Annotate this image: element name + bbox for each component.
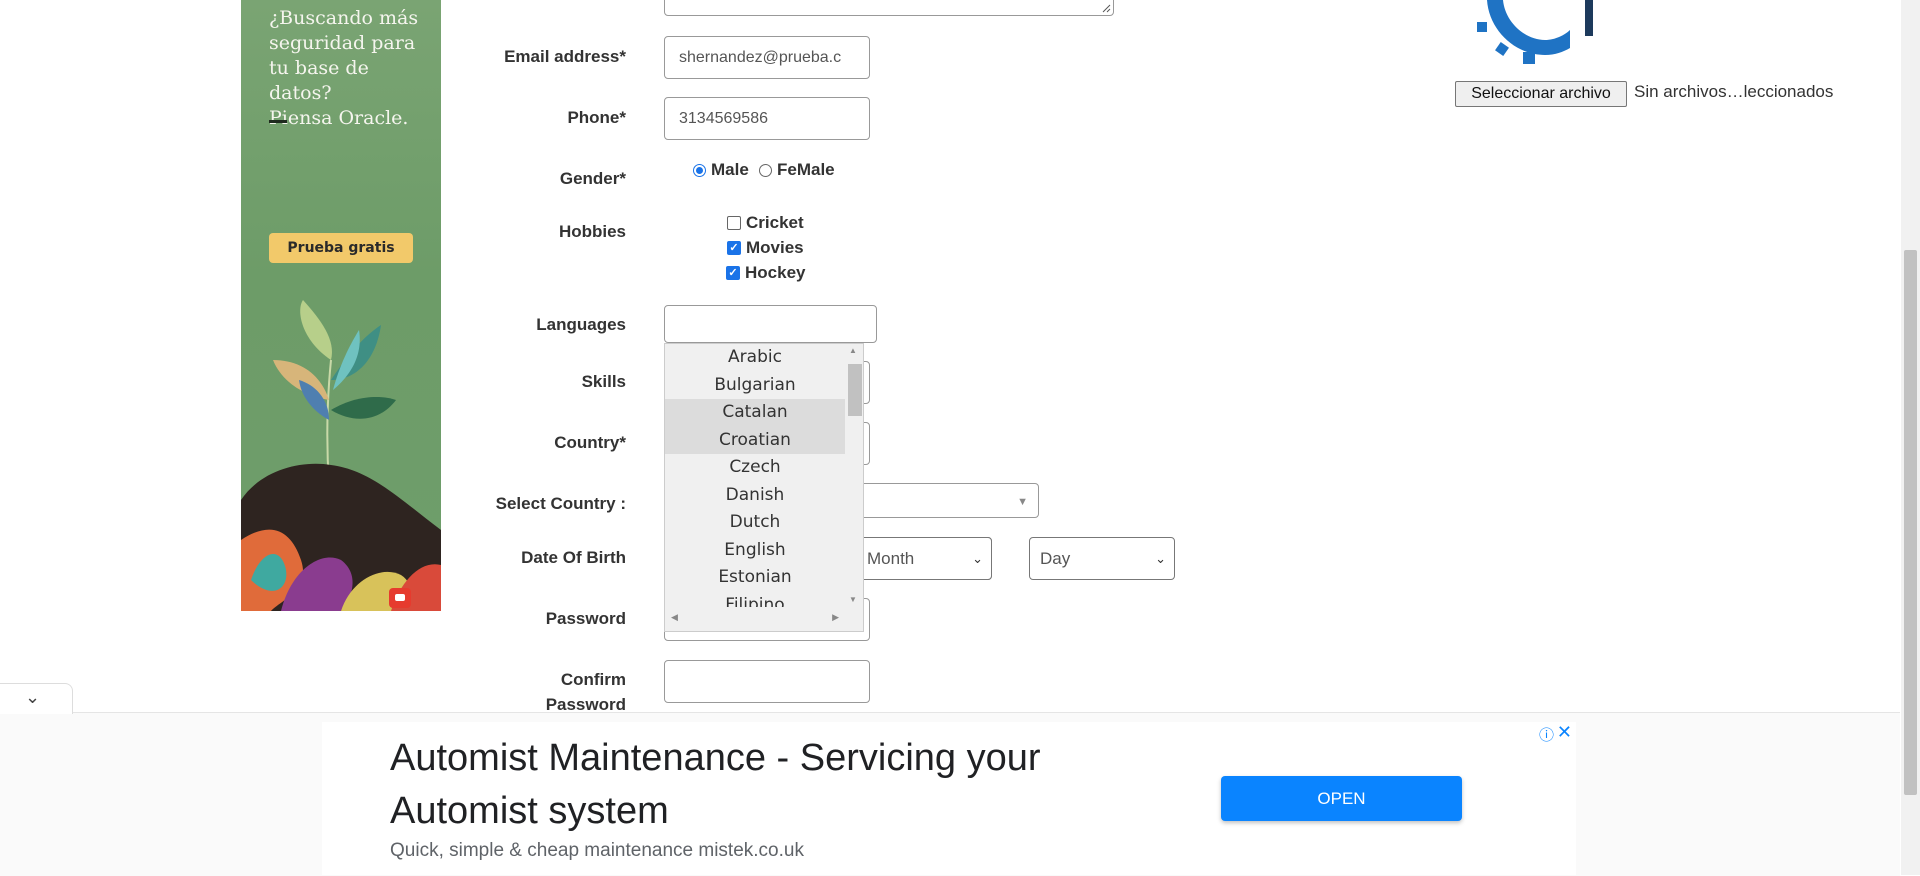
hobby-movies-checkbox[interactable]: ✓ Movies	[727, 237, 804, 259]
scroll-up-icon[interactable]: ▲	[849, 346, 857, 355]
checkbox-checked-icon[interactable]: ✓	[726, 266, 740, 280]
skills-label: Skills	[581, 372, 626, 391]
ad-title[interactable]: Automist Maintenance - Servicing your Au…	[390, 732, 1190, 838]
combobox-arrow-icon[interactable]: ▼	[1017, 484, 1028, 517]
language-option[interactable]: Bulgarian	[665, 372, 845, 400]
address-textarea[interactable]	[664, 0, 1114, 16]
hobby-hockey-checkbox[interactable]: ✓ Hockey	[726, 262, 805, 284]
radio-unselected-icon[interactable]	[759, 163, 772, 177]
ad-open-button[interactable]: OPEN	[1221, 776, 1462, 821]
language-option[interactable]: Czech	[665, 454, 845, 482]
ad-cta-button[interactable]: Prueba gratis	[269, 233, 413, 263]
page-scrollbar-thumb[interactable]	[1904, 250, 1917, 795]
hobby-cricket-checkbox[interactable]: Cricket	[727, 212, 804, 234]
plant-illustration	[241, 300, 441, 611]
gender-label: Gender*	[559, 169, 626, 188]
dropdown-vertical-scrollbar[interactable]: ▲ ▼	[845, 344, 863, 606]
resize-grip-icon[interactable]	[1101, 3, 1111, 13]
ad-divider	[269, 120, 287, 123]
side-advertisement[interactable]: ¿Buscando más seguridad para tu base de …	[241, 0, 441, 611]
language-option[interactable]: Estonian	[665, 564, 845, 592]
country-label: Country*	[554, 433, 626, 452]
language-option[interactable]: Croatian	[665, 426, 845, 454]
ad-headline: ¿Buscando más seguridad para tu base de …	[269, 6, 429, 131]
language-option[interactable]: Arabic	[665, 344, 845, 372]
collapse-ad-tab[interactable]: ⌄	[0, 683, 73, 714]
file-status-text: Sin archivos…leccionados	[1634, 82, 1834, 101]
email-label: Email address*	[504, 47, 626, 66]
gender-male-radio[interactable]: Male	[693, 159, 749, 181]
language-option[interactable]: Catalan	[665, 399, 845, 427]
checkbox-unchecked-icon[interactable]	[727, 216, 741, 230]
language-option[interactable]: Danish	[665, 482, 845, 510]
gender-female-label: FeMale	[777, 160, 835, 179]
select-file-button[interactable]: Seleccionar archivo	[1455, 81, 1627, 107]
hobby-cricket-label: Cricket	[746, 213, 804, 232]
scroll-down-icon[interactable]: ▼	[849, 595, 857, 604]
ad-info-icon[interactable]: ⓘ	[1539, 724, 1554, 745]
dob-month-select[interactable]: Month ⌄	[856, 537, 992, 580]
dob-month-value: Month	[867, 549, 915, 568]
dob-label: Date Of Birth	[521, 548, 626, 567]
radio-selected-icon[interactable]	[693, 163, 706, 177]
checkbox-checked-icon[interactable]: ✓	[727, 241, 741, 255]
confirm-password-label-line1: Confirm	[560, 670, 626, 689]
page-scrollbar[interactable]	[1901, 0, 1920, 875]
dob-day-value: Day	[1040, 549, 1071, 568]
scrollbar-thumb[interactable]	[848, 364, 862, 416]
hobbies-label: Hobbies	[558, 222, 626, 241]
hobby-hockey-label: Hockey	[745, 263, 806, 282]
languages-label: Languages	[536, 315, 626, 334]
chevron-down-icon: ⌄	[1155, 551, 1166, 566]
gender-female-radio[interactable]: FeMale	[759, 159, 835, 181]
select-country-label: Select Country :	[495, 494, 626, 513]
email-field[interactable]: shernandez@prueba.c	[664, 36, 870, 79]
bottom-advertisement[interactable]: Automist Maintenance - Servicing your Au…	[322, 722, 1576, 875]
ad-text-line-2: seguridad para	[269, 32, 416, 54]
scroll-right-icon[interactable]: ▶	[832, 612, 839, 623]
scroll-left-icon[interactable]: ◀	[671, 612, 678, 623]
gear-logo-icon	[1477, 0, 1593, 64]
ad-text-line-1: ¿Buscando más	[269, 7, 419, 29]
gender-male-label: Male	[711, 160, 749, 179]
language-option[interactable]: English	[665, 537, 845, 565]
ad-text-line-3: tu base de datos?	[269, 57, 369, 104]
languages-input[interactable]	[664, 305, 877, 343]
dob-day-select[interactable]: Day ⌄	[1029, 537, 1175, 580]
chevron-down-icon[interactable]: ⌄	[25, 687, 40, 708]
ad-close-icon[interactable]: ✕	[1557, 722, 1572, 743]
chevron-down-icon: ⌄	[972, 551, 983, 566]
ad-subtitle[interactable]: Quick, simple & cheap maintenance mistek…	[390, 840, 804, 862]
dropdown-horizontal-scrollbar[interactable]: ◀ ▶	[665, 607, 845, 631]
hobby-movies-label: Movies	[746, 238, 804, 257]
phone-label: Phone*	[567, 108, 626, 127]
languages-dropdown-list[interactable]: Arabic Bulgarian Catalan Croatian Czech …	[664, 343, 864, 632]
phone-field[interactable]: 3134569586	[664, 97, 870, 140]
ad-text-line-4: Piensa Oracle.	[269, 107, 409, 129]
confirm-password-field[interactable]	[664, 660, 870, 703]
password-label: Password	[545, 609, 626, 628]
language-option[interactable]: Dutch	[665, 509, 845, 537]
